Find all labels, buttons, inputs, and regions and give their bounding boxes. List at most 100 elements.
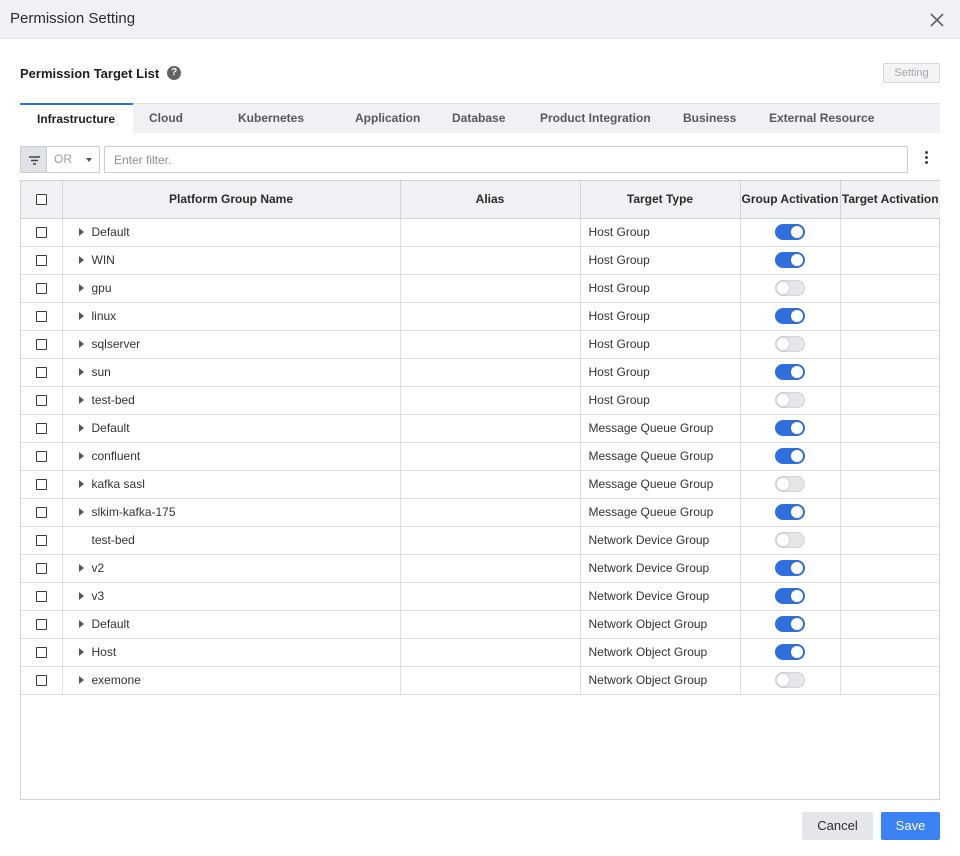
table-row[interactable]: Host Network Object Group <box>21 638 940 667</box>
row-checkbox[interactable] <box>35 227 47 239</box>
group-activation-toggle[interactable] <box>775 476 805 492</box>
setting-button[interactable]: Setting <box>883 63 940 83</box>
group-name-cell: slkim-kafka-175 <box>62 498 401 527</box>
table-row[interactable]: gpu Host Group <box>21 274 940 303</box>
expand-arrow-icon[interactable] <box>78 675 84 684</box>
table-row[interactable]: linux Host Group <box>21 302 940 331</box>
table-row[interactable]: confluent Message Queue Group <box>21 442 940 471</box>
table-row[interactable]: sun Host Group <box>21 358 940 387</box>
expand-arrow-icon[interactable] <box>78 227 84 236</box>
row-checkbox[interactable] <box>35 451 47 463</box>
group-activation-toggle[interactable] <box>775 588 805 604</box>
tab-business[interactable]: Business <box>666 104 752 133</box>
expand-arrow-icon[interactable] <box>78 451 84 460</box>
table-row[interactable]: sqlserver Host Group <box>21 330 940 359</box>
column-header-target-activation[interactable]: Target Activation <box>840 181 940 219</box>
group-activation-cell <box>740 274 841 303</box>
row-checkbox[interactable] <box>35 507 47 519</box>
row-checkbox[interactable] <box>35 395 47 407</box>
table-row[interactable]: v2 Network Device Group <box>21 554 940 583</box>
table-row[interactable]: Default Network Object Group <box>21 610 940 639</box>
group-activation-toggle[interactable] <box>775 308 805 324</box>
group-name-cell: Host <box>62 638 401 667</box>
target-type-cell: Message Queue Group <box>580 442 741 471</box>
group-activation-cell <box>740 582 841 611</box>
expand-arrow-icon[interactable] <box>78 479 84 488</box>
row-checkbox[interactable] <box>35 563 47 575</box>
table-row[interactable]: WIN Host Group <box>21 246 940 275</box>
row-checkbox[interactable] <box>35 311 47 323</box>
expand-arrow-icon[interactable] <box>78 619 84 628</box>
expand-arrow-icon[interactable] <box>78 395 84 404</box>
target-type-cell: Network Device Group <box>580 526 741 555</box>
row-checkbox[interactable] <box>35 423 47 435</box>
column-header-name[interactable]: Platform Group Name <box>62 181 401 219</box>
expand-arrow-icon[interactable] <box>78 255 84 264</box>
group-activation-toggle[interactable] <box>775 560 805 576</box>
tab-infrastructure[interactable]: Infrastructure <box>20 103 133 133</box>
expand-arrow-icon[interactable] <box>78 339 84 348</box>
group-activation-toggle[interactable] <box>775 448 805 464</box>
group-activation-toggle[interactable] <box>775 224 805 240</box>
more-options-icon[interactable] <box>920 151 932 169</box>
filter-toggle-button[interactable] <box>20 146 47 173</box>
save-button[interactable]: Save <box>881 812 940 840</box>
close-icon[interactable] <box>928 11 946 29</box>
row-checkbox[interactable] <box>35 283 47 295</box>
column-header-type[interactable]: Target Type <box>580 181 741 219</box>
group-activation-toggle[interactable] <box>775 420 805 436</box>
row-checkbox[interactable] <box>35 479 47 491</box>
row-checkbox[interactable] <box>35 339 47 351</box>
group-activation-toggle[interactable] <box>775 644 805 660</box>
expand-arrow-icon[interactable] <box>78 367 84 376</box>
group-activation-toggle[interactable] <box>775 532 805 548</box>
tab-application[interactable]: Application <box>337 104 435 133</box>
table-row[interactable]: test-bed Network Device Group <box>21 526 940 555</box>
table-row[interactable]: exemone Network Object Group <box>21 666 940 695</box>
tab-product-integration[interactable]: Product Integration <box>523 104 666 133</box>
filter-input[interactable] <box>104 146 908 173</box>
table-row[interactable]: Default Host Group <box>21 218 940 247</box>
tab-cloud[interactable]: Cloud <box>133 104 221 133</box>
row-checkbox[interactable] <box>35 647 47 659</box>
table-row[interactable]: Default Message Queue Group <box>21 414 940 443</box>
group-activation-toggle[interactable] <box>775 616 805 632</box>
group-activation-toggle[interactable] <box>775 280 805 296</box>
group-activation-toggle[interactable] <box>775 504 805 520</box>
tab-external-resource[interactable]: External Resource <box>752 104 878 133</box>
row-checkbox[interactable] <box>35 367 47 379</box>
expand-arrow-icon[interactable] <box>78 507 84 516</box>
tab-kubernetes[interactable]: Kubernetes <box>221 104 337 133</box>
expand-arrow-icon[interactable] <box>78 311 84 320</box>
alias-cell <box>400 470 581 499</box>
group-activation-cell <box>740 526 841 555</box>
group-activation-toggle[interactable] <box>775 672 805 688</box>
table-row[interactable]: kafka sasl Message Queue Group <box>21 470 940 499</box>
column-header-group-activation[interactable]: Group Activation <box>740 181 841 219</box>
group-activation-toggle[interactable] <box>775 336 805 352</box>
row-checkbox[interactable] <box>35 675 47 687</box>
group-activation-toggle[interactable] <box>775 364 805 380</box>
tab-database[interactable]: Database <box>435 104 523 133</box>
row-checkbox[interactable] <box>35 255 47 267</box>
row-checkbox[interactable] <box>35 535 47 547</box>
group-activation-toggle[interactable] <box>775 392 805 408</box>
filter-operator-select[interactable]: OR <box>47 146 100 173</box>
select-all-checkbox[interactable] <box>35 194 47 206</box>
expand-arrow-icon[interactable] <box>78 647 84 656</box>
row-checkbox[interactable] <box>35 591 47 603</box>
target-type-cell: Host Group <box>580 386 741 415</box>
column-header-alias[interactable]: Alias <box>400 181 581 219</box>
table-row[interactable]: slkim-kafka-175 Message Queue Group <box>21 498 940 527</box>
target-type-cell: Host Group <box>580 246 741 275</box>
table-row[interactable]: test-bed Host Group <box>21 386 940 415</box>
cancel-button[interactable]: Cancel <box>802 812 873 840</box>
expand-arrow-icon[interactable] <box>78 283 84 292</box>
expand-arrow-icon[interactable] <box>78 423 84 432</box>
help-icon[interactable]: ? <box>167 66 182 80</box>
group-activation-toggle[interactable] <box>775 252 805 268</box>
row-checkbox[interactable] <box>35 619 47 631</box>
expand-arrow-icon[interactable] <box>78 563 84 572</box>
expand-arrow-icon[interactable] <box>78 591 84 600</box>
table-row[interactable]: v3 Network Device Group <box>21 582 940 611</box>
